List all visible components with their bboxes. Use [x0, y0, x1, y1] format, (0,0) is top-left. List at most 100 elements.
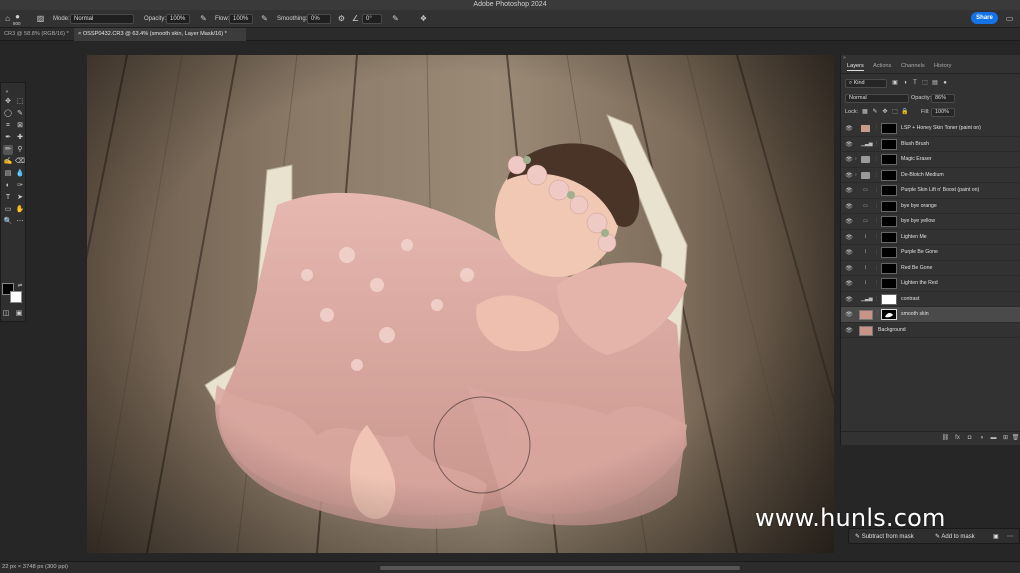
smoothing-options-icon[interactable]: ⚙: [336, 13, 347, 24]
visibility-eye-icon[interactable]: 👁: [845, 125, 853, 133]
flow-input[interactable]: 100%: [229, 14, 253, 24]
marquee-tool-icon[interactable]: ⬚: [15, 97, 25, 107]
layer-name[interactable]: Lighten Me: [901, 234, 927, 240]
swap-colors-icon[interactable]: ⇄: [15, 281, 25, 291]
layer-name[interactable]: Purple Be Gone: [901, 249, 938, 255]
layer-row[interactable]: 👁 ▭ ⋮ bye bye yellow: [841, 214, 1020, 230]
layer-row[interactable]: 👁 ⋮ LSP + Honey Skin Toner (paint on): [841, 121, 1020, 137]
lock-position-icon[interactable]: ✥: [881, 108, 889, 117]
crop-tool-icon[interactable]: ⌗: [3, 121, 13, 131]
smoothing-input[interactable]: 0%: [307, 14, 331, 24]
layer-mask-thumbnail[interactable]: [881, 247, 897, 258]
visibility-eye-icon[interactable]: 👁: [845, 311, 853, 319]
quick-mask-icon[interactable]: ◫: [1, 309, 11, 319]
filter-pixel-icon[interactable]: ▣: [891, 79, 899, 88]
layer-name[interactable]: De-Blotch Medium: [901, 172, 944, 178]
layer-name[interactable]: Magic Eraser: [901, 156, 932, 162]
layer-name[interactable]: bye bye yellow: [901, 218, 935, 224]
link-layers-icon[interactable]: ⛓: [941, 434, 950, 443]
history-brush-tool-icon[interactable]: ✍: [3, 157, 13, 167]
layer-row[interactable]: 👁 ▭ ⋮ Purple Skin Lift n' Boost (paint o…: [841, 183, 1020, 199]
visibility-eye-icon[interactable]: 👁: [845, 234, 853, 242]
filter-shape-icon[interactable]: ⬚: [921, 79, 929, 88]
layer-mask-thumbnail[interactable]: [881, 185, 897, 196]
background-color-swatch[interactable]: [10, 291, 22, 303]
layer-mask-thumbnail[interactable]: [881, 200, 897, 212]
layer-row[interactable]: 👁 ⌇ ⋮ Lighten Me: [841, 230, 1020, 245]
opacity-input[interactable]: 100%: [166, 14, 190, 24]
path-select-tool-icon[interactable]: ➤: [15, 193, 25, 203]
filter-type-icon[interactable]: T: [911, 79, 919, 88]
layer-name[interactable]: bye bye orange: [901, 203, 937, 209]
symmetry-icon[interactable]: ❖: [418, 13, 429, 24]
visibility-eye-icon[interactable]: 👁: [845, 249, 853, 257]
type-tool-icon[interactable]: T: [3, 193, 13, 203]
layer-name[interactable]: Red Be Gone: [901, 265, 932, 271]
layer-name[interactable]: Blush Brush: [901, 141, 929, 147]
layer-name[interactable]: contrast: [901, 296, 919, 302]
layer-mask-thumbnail[interactable]: [881, 293, 897, 305]
add-to-mask-button[interactable]: ✎ Add to mask: [935, 531, 975, 543]
brush-tool-icon[interactable]: ✏: [3, 145, 13, 155]
visibility-eye-icon[interactable]: 👁: [845, 156, 853, 164]
airbrush-icon[interactable]: ✎: [259, 13, 270, 24]
screen-mode-icon[interactable]: ▣: [14, 309, 24, 319]
layer-image-thumbnail[interactable]: [859, 310, 873, 320]
pressure-opacity-icon[interactable]: ✎: [198, 13, 209, 24]
visibility-eye-icon[interactable]: 👁: [845, 327, 853, 335]
filter-adjustment-icon[interactable]: ◑: [901, 79, 909, 88]
new-layer-icon[interactable]: ⊞: [1001, 434, 1010, 443]
layer-row[interactable]: 👁 ⌇ ⋮ Red Be Gone: [841, 261, 1020, 276]
pressure-size-icon[interactable]: ✎: [390, 13, 401, 24]
tab-actions[interactable]: Actions: [873, 63, 891, 69]
angle-input[interactable]: 0°: [362, 14, 382, 24]
layer-mask-thumbnail[interactable]: [881, 123, 897, 134]
layer-row[interactable]: 👁 Background: [841, 323, 1020, 338]
lock-transparent-icon[interactable]: ▦: [861, 108, 869, 117]
layer-row[interactable]: 👁 ▁▃▅ ⋮ contrast: [841, 292, 1020, 307]
layer-mask-thumbnail[interactable]: [881, 154, 897, 165]
layer-image-thumbnail[interactable]: [859, 325, 873, 336]
layer-name[interactable]: LSP + Honey Skin Toner (paint on): [901, 125, 981, 131]
adjustment-layer-icon[interactable]: ◑: [977, 434, 986, 443]
workspace-icon[interactable]: ▭: [1004, 13, 1015, 24]
layer-name[interactable]: Lighten the Red: [901, 280, 938, 286]
layer-mask-thumbnail[interactable]: [881, 169, 897, 181]
visibility-eye-icon[interactable]: 👁: [845, 296, 853, 304]
dodge-tool-icon[interactable]: ◐: [3, 181, 13, 191]
share-button[interactable]: Share: [971, 12, 998, 24]
tab-history[interactable]: History: [934, 63, 951, 69]
layer-mask-thumbnail[interactable]: [881, 231, 897, 243]
brush-settings-icon[interactable]: ▨: [35, 13, 46, 24]
layer-mask-thumbnail[interactable]: [881, 216, 897, 227]
filter-kind-select[interactable]: ⌕ Kind: [845, 79, 887, 88]
fx-icon[interactable]: fx: [953, 434, 962, 443]
layer-row-selected[interactable]: 👁 ⋮ smooth skin: [841, 307, 1020, 323]
panel-collapse-icon[interactable]: «: [2, 87, 12, 97]
layer-mask-thumbnail[interactable]: [881, 262, 897, 274]
layer-name[interactable]: Background: [878, 327, 906, 333]
delete-layer-icon[interactable]: 🗑: [1011, 434, 1020, 443]
healing-tool-icon[interactable]: ✚: [15, 133, 25, 143]
more-options-icon[interactable]: ⋯: [1007, 531, 1013, 543]
subtract-from-mask-button[interactable]: ✎ Subtract from mask: [855, 531, 914, 543]
tab-channels[interactable]: Channels: [901, 63, 925, 69]
visibility-eye-icon[interactable]: 👁: [845, 203, 853, 211]
clone-stamp-tool-icon[interactable]: ⚲: [15, 145, 25, 155]
blur-tool-icon[interactable]: 💧: [15, 169, 25, 179]
lock-artboard-icon[interactable]: ⬚: [891, 108, 899, 117]
layer-opacity-input[interactable]: 86%: [931, 94, 955, 103]
canvas-workspace[interactable]: [0, 41, 838, 561]
lasso-tool-icon[interactable]: ◯: [3, 109, 13, 119]
hand-tool-icon[interactable]: ✋: [15, 205, 25, 215]
add-mask-icon[interactable]: ◘: [965, 434, 974, 443]
layer-row[interactable]: 👁 ▁▃▅ ⋮ Blush Brush: [841, 137, 1020, 152]
visibility-eye-icon[interactable]: 👁: [845, 187, 853, 195]
zoom-tool-icon[interactable]: 🔍: [3, 217, 13, 227]
layer-mask-thumbnail[interactable]: [881, 278, 897, 289]
layer-row[interactable]: 👁 ⌇ ⋮ Lighten the Red: [841, 276, 1020, 292]
chevron-right-icon[interactable]: ›: [855, 156, 857, 162]
lock-all-icon[interactable]: 🔒: [901, 108, 909, 117]
lock-image-icon[interactable]: ✎: [871, 108, 879, 117]
gradient-tool-icon[interactable]: ▤: [3, 169, 13, 179]
